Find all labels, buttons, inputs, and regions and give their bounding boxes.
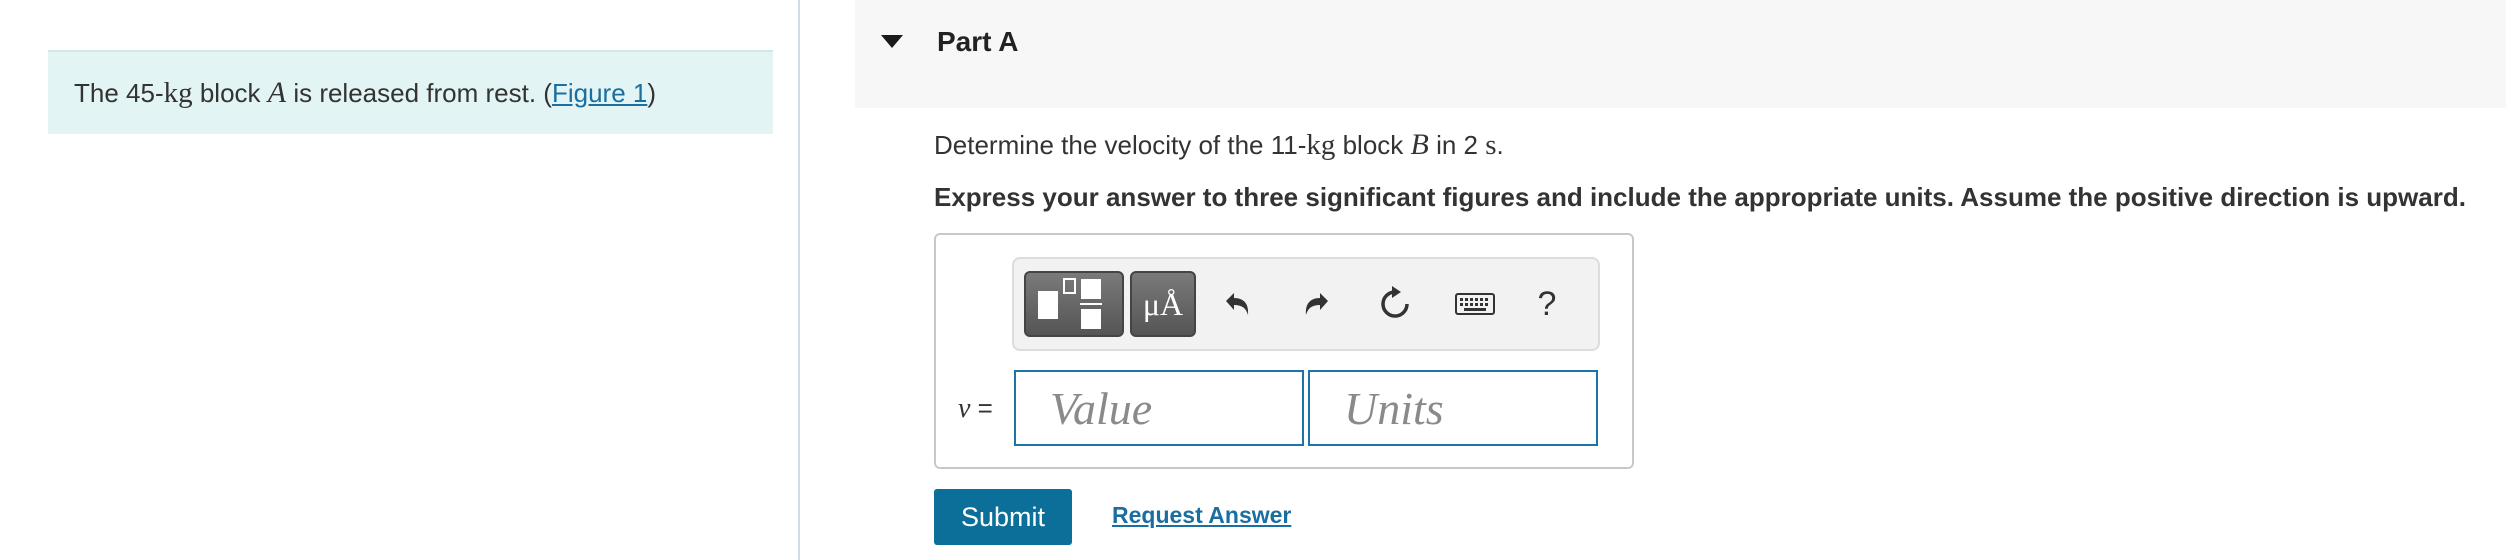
answer-variable-label: v = <box>958 393 993 425</box>
collapse-caret-icon[interactable] <box>881 35 903 48</box>
question-text: Determine the velocity of the 11-kg bloc… <box>934 128 1504 162</box>
redo-icon <box>1305 293 1328 315</box>
problem-close-paren: ) <box>647 77 657 108</box>
problem-text-after: is released from rest. ( <box>286 77 552 108</box>
undo-icon <box>1226 293 1249 315</box>
units-icon: μÅ <box>1142 285 1184 322</box>
templates-button[interactable] <box>1024 271 1124 337</box>
submit-button[interactable]: Submit <box>934 489 1072 545</box>
question-var-b: B <box>1410 128 1429 161</box>
question-text-in: in 2 <box>1428 130 1486 160</box>
value-input[interactable] <box>1014 370 1304 446</box>
answer-box: μÅ ? v = Value Units <box>934 233 1634 469</box>
undo-button[interactable] <box>1214 281 1260 327</box>
reset-icon <box>1381 286 1409 318</box>
request-answer-link[interactable]: Request Answer <box>1112 502 1291 529</box>
page: The 45- kg block A is released from rest.… <box>0 0 2506 560</box>
part-header[interactable]: Part A <box>855 0 2506 108</box>
problem-var-a: A <box>267 76 287 109</box>
keyboard-button[interactable] <box>1450 281 1500 327</box>
problem-panel: The 45- kg block A is released from rest.… <box>0 0 798 560</box>
problem-statement: The 45- kg block A is released from rest.… <box>48 50 773 134</box>
units-button[interactable]: μÅ <box>1130 271 1196 337</box>
question-unit-s: s <box>1485 129 1497 161</box>
question-text-end: . <box>1496 130 1504 160</box>
units-input[interactable] <box>1308 370 1598 446</box>
redo-button[interactable] <box>1294 281 1340 327</box>
part-title: Part A <box>937 26 1019 57</box>
problem-unit-kg: kg <box>163 76 193 109</box>
problem-text-before: The 45- <box>74 77 164 108</box>
keyboard-icon <box>1455 293 1495 315</box>
templates-icon <box>1038 278 1102 329</box>
instruction-text: Express your answer to three significant… <box>934 182 2466 212</box>
question-text-before: Determine the velocity of the 11- <box>934 130 1307 160</box>
panel-divider[interactable] <box>798 0 800 560</box>
reset-button[interactable] <box>1372 281 1418 327</box>
answer-var: v <box>958 393 971 424</box>
help-button[interactable]: ? <box>1524 281 1570 327</box>
problem-text-mid: block <box>192 77 268 108</box>
answer-equals: = <box>970 393 993 423</box>
math-toolbar: μÅ ? <box>1012 257 1600 351</box>
question-text-mid: block <box>1335 130 1411 160</box>
figure-link[interactable]: Figure 1 <box>552 78 647 109</box>
help-icon: ? <box>1537 284 1557 323</box>
question-unit-kg: kg <box>1306 129 1336 161</box>
